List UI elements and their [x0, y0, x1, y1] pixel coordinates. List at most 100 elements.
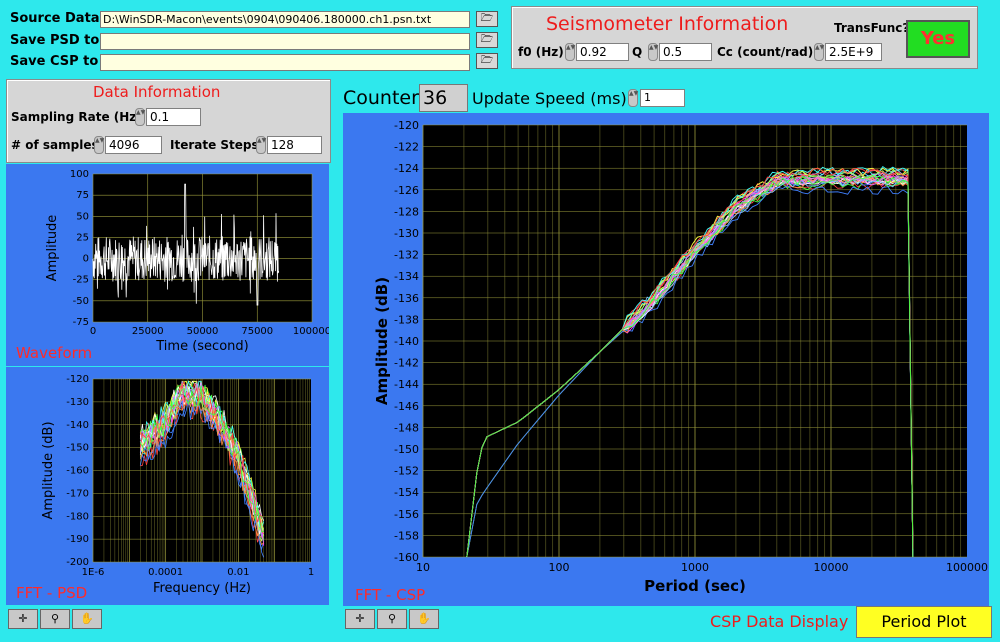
y-tick-label: -142	[394, 357, 419, 370]
x-tick-label: 100	[549, 561, 570, 574]
y-tick-label: -130	[66, 397, 89, 408]
q-field[interactable]: 0.5	[659, 43, 712, 61]
f0-label: f0 (Hz)	[518, 45, 564, 59]
save-csp-label: Save CSP to	[10, 54, 99, 69]
source-data-field[interactable]: D:\WinSDR-Macon\events\0904\090406.18000…	[100, 11, 470, 28]
cc-spinner-icon[interactable]: ▲▼	[814, 43, 824, 61]
iterate-steps-field[interactable]: 128	[267, 136, 322, 154]
sampling-rate-field[interactable]: 0.1	[146, 108, 201, 126]
y-tick-label: -122	[394, 141, 419, 154]
hand-icon[interactable]: ✋	[409, 609, 439, 629]
save-psd-field[interactable]	[100, 33, 470, 50]
crosshair-icon[interactable]: ✛	[345, 609, 375, 629]
x-axis-label: Frequency (Hz)	[153, 581, 251, 596]
y-axis-label: Amplitude	[45, 215, 60, 282]
psd-chart: -120-130-140-150-160-170-180-190-2001E-6…	[41, 374, 314, 596]
csp-caption: FFT - CSP	[355, 586, 426, 604]
x-tick-label: 1000	[681, 561, 709, 574]
x-tick-label: 50000	[187, 326, 219, 337]
y-axis-label: Amplitude (dB)	[41, 421, 56, 519]
y-tick-label: -25	[73, 275, 89, 286]
q-spinner-icon[interactable]: ▲▼	[648, 43, 658, 61]
y-axis-label: Amplitude (dB)	[373, 277, 391, 405]
psd-caption: FFT - PSD	[16, 584, 88, 602]
hand-icon[interactable]: ✋	[72, 609, 102, 629]
counter-label: Counter	[343, 87, 419, 109]
iterate-spinner-icon[interactable]: ▲▼	[256, 136, 266, 154]
waveform-caption: Waveform	[16, 344, 93, 362]
csp-folder-icon[interactable]: 🗁	[476, 53, 498, 69]
csp-display-label: CSP Data Display	[710, 612, 849, 631]
y-tick-label: -130	[394, 227, 419, 240]
save-csp-field[interactable]	[100, 54, 470, 71]
x-tick-label: 10	[416, 561, 430, 574]
y-tick-label: -190	[66, 534, 89, 545]
x-tick-label: 25000	[132, 326, 164, 337]
y-tick-label: -120	[66, 374, 89, 385]
f0-spinner-icon[interactable]: ▲▼	[565, 43, 575, 61]
y-tick-label: -136	[394, 292, 419, 305]
data-info-panel: Data Information Sampling Rate (Hz) ▲▼ 0…	[6, 79, 331, 163]
y-tick-label: -126	[394, 184, 419, 197]
iterate-steps-label: Iterate Steps	[170, 138, 259, 152]
y-tick-label: -146	[394, 400, 419, 413]
y-tick-label: 0	[83, 254, 89, 265]
x-axis-label: Time (second)	[155, 339, 248, 354]
transfunc-yes-button[interactable]: Yes	[906, 20, 970, 58]
y-tick-label: -75	[73, 317, 89, 328]
cc-field[interactable]: 2.5E+9	[825, 43, 882, 61]
psd-folder-icon[interactable]: 🗁	[476, 32, 498, 48]
y-tick-label: -120	[394, 119, 419, 132]
update-speed-label: Update Speed (ms)	[472, 89, 627, 108]
x-tick-label: 1	[308, 567, 314, 578]
y-tick-label: 50	[76, 211, 89, 222]
x-axis-label: Period (sec)	[644, 577, 746, 595]
y-tick-label: -160	[66, 466, 89, 477]
y-tick-label: -50	[73, 296, 89, 307]
y-tick-label: -140	[66, 420, 89, 431]
x-tick-label: 75000	[241, 326, 273, 337]
update-speed-field[interactable]: 1	[640, 89, 685, 107]
y-tick-label: -150	[66, 443, 89, 454]
y-tick-label: -154	[394, 486, 419, 499]
source-folder-icon[interactable]: 🗁	[476, 11, 498, 27]
period-plot-button[interactable]: Period Plot	[856, 606, 992, 638]
y-tick-label: -180	[66, 511, 89, 522]
y-tick-label: -140	[394, 335, 419, 348]
f0-field[interactable]: 0.92	[576, 43, 629, 61]
y-tick-label: -170	[66, 488, 89, 499]
zoom-icon[interactable]: ⚲	[377, 609, 407, 629]
y-tick-label: -138	[394, 313, 419, 326]
sampling-spinner-icon[interactable]: ▲▼	[135, 108, 145, 126]
zoom-icon[interactable]: ⚲	[40, 609, 70, 629]
psd-toolbar: ✛ ⚲ ✋	[8, 609, 102, 629]
source-data-label: Source Data	[10, 11, 100, 26]
y-tick-label: -156	[394, 508, 419, 521]
samples-spinner-icon[interactable]: ▲▼	[94, 136, 104, 154]
y-tick-label: -150	[394, 443, 419, 456]
data-info-title: Data Information	[93, 83, 221, 101]
crosshair-icon[interactable]: ✛	[8, 609, 38, 629]
samples-field[interactable]: 4096	[105, 136, 162, 154]
samples-label: # of samples	[11, 138, 99, 152]
y-tick-label: -158	[394, 529, 419, 542]
waveform-panel: 100 75 50 25 0 -25 -50 -75 0 25000 50000 75000 10000…	[6, 164, 331, 366]
counter-value: 36	[419, 84, 468, 112]
waveform-chart: 1007550250-25-50-750 25000 50000 75000 10000…	[45, 169, 331, 354]
y-tick-label: -128	[394, 205, 419, 218]
csp-panel: -120 -122 -124 -126 -128 -130 -132 -134 -136 -138…	[343, 113, 989, 606]
csp-chart: -120 -122 -124 -126 -128 -130 -132 -134 -136 -138…	[373, 119, 988, 595]
x-tick-label: 10000	[814, 561, 849, 574]
y-tick-label: -134	[394, 270, 419, 283]
x-tick-label: 100000	[293, 326, 329, 337]
speed-spinner-icon[interactable]: ▲▼	[628, 89, 638, 107]
seismometer-panel: Seismometer Information TransFunc? Yes f…	[511, 6, 978, 69]
y-tick-label: -132	[394, 249, 419, 262]
y-tick-label: 100	[70, 169, 89, 180]
seismometer-title: Seismometer Information	[546, 13, 789, 35]
y-tick-label: -144	[394, 378, 419, 391]
q-label: Q	[632, 45, 643, 59]
sampling-rate-label: Sampling Rate (Hz)	[11, 110, 142, 124]
y-tick-label: -148	[394, 421, 419, 434]
transfunc-label: TransFunc?	[834, 21, 910, 35]
